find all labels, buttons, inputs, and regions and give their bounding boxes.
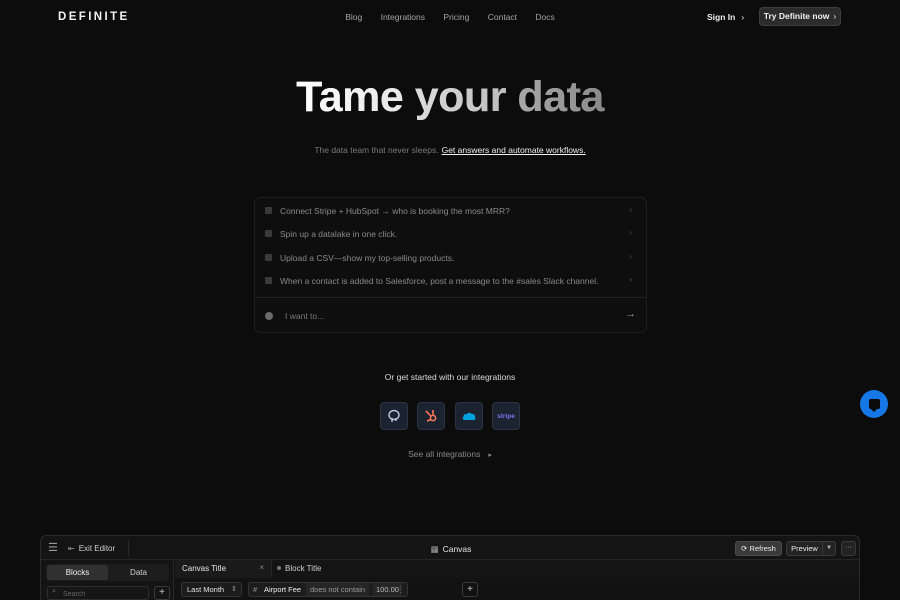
more-vertical-icon[interactable]: ⋮ bbox=[397, 583, 405, 596]
period-select[interactable]: Last Month ⇕ bbox=[181, 582, 242, 597]
chat-bubble-icon bbox=[868, 399, 880, 412]
try-definite-label: Try Definite now bbox=[763, 11, 830, 21]
suggestion-icon bbox=[265, 207, 272, 214]
suggestion-item[interactable]: Upload a CSV—show my top-selling product… bbox=[255, 247, 646, 269]
more-icon[interactable]: ··· bbox=[841, 541, 856, 556]
caret-right-icon: ▸ bbox=[488, 452, 492, 459]
chevron-right-icon: › bbox=[741, 12, 745, 22]
see-all-integrations-link[interactable]: See all integrations ▸ bbox=[0, 449, 900, 459]
try-definite-button[interactable]: Try Definite now › bbox=[759, 7, 841, 26]
chevron-right-icon: › bbox=[629, 228, 632, 237]
suggestion-text: Upload a CSV—show my top-selling product… bbox=[280, 253, 455, 263]
tab-block-title[interactable]: Block Title bbox=[277, 564, 321, 573]
hubspot-icon bbox=[425, 410, 437, 422]
tab-data[interactable]: Data bbox=[108, 565, 169, 580]
prompt-input[interactable] bbox=[285, 307, 605, 325]
hero-word-2: your bbox=[414, 73, 507, 121]
see-all-label: See all integrations bbox=[408, 449, 481, 459]
editor-sidebar: Blocks Data ⌕ + bbox=[41, 560, 174, 600]
hero-title: Tame your data bbox=[0, 73, 900, 122]
sign-in-link[interactable]: Sign In › bbox=[707, 12, 744, 22]
editor-toolbar: ☰ ⇤ Exit Editor ▦ Canvas ⟳ Refresh Preview… bbox=[41, 536, 859, 560]
prompt-input-row: → bbox=[255, 298, 646, 333]
hero-subtitle: The data team that never sleeps. Get answ… bbox=[0, 145, 900, 155]
sidebar-tabs: Blocks Data bbox=[46, 564, 169, 581]
search-box: ⌕ bbox=[47, 586, 149, 600]
suggestion-item[interactable]: Spin up a datalake in one click. › bbox=[255, 223, 646, 245]
filter-chip[interactable]: # Airport Fee does not contain 100.00 ⋮ bbox=[248, 582, 408, 597]
suggestion-text: When a contact is added to Salesforce, p… bbox=[280, 276, 599, 286]
refresh-button[interactable]: ⟳ Refresh bbox=[735, 541, 782, 556]
hero-subtitle-text: The data team that never sleeps. bbox=[314, 145, 439, 155]
hash-icon: # bbox=[253, 585, 258, 594]
search-icon: ⌕ bbox=[52, 588, 56, 595]
chevron-right-icon: › bbox=[629, 205, 632, 214]
filter-bar: Last Month ⇕ # Airport Fee does not conta… bbox=[175, 578, 859, 600]
add-block-button[interactable]: + bbox=[154, 586, 170, 600]
hero-subtitle-link[interactable]: Get answers and automate workflows. bbox=[442, 145, 586, 155]
suggestion-icon bbox=[265, 230, 272, 237]
canvas-tab-label: Canvas Title bbox=[182, 564, 227, 573]
select-arrows-icon: ⇕ bbox=[231, 586, 237, 593]
suggestion-icon bbox=[265, 277, 272, 284]
preview-button[interactable]: Preview bbox=[786, 541, 823, 556]
salesforce-icon bbox=[462, 412, 476, 420]
add-filter-button[interactable]: + bbox=[462, 582, 478, 597]
postgres-icon bbox=[388, 409, 400, 422]
integration-salesforce[interactable] bbox=[455, 402, 483, 430]
integration-postgres[interactable] bbox=[380, 402, 408, 430]
suggestion-text: Connect Stripe + HubSpot → who is bookin… bbox=[280, 206, 510, 216]
hero-word-3: data bbox=[517, 73, 604, 121]
chevron-right-icon: › bbox=[629, 252, 632, 261]
suggestion-text: Spin up a datalake in one click. bbox=[280, 229, 398, 239]
sparkle-icon bbox=[265, 312, 273, 320]
nav-link-integrations[interactable]: Integrations bbox=[381, 12, 425, 22]
search-input[interactable] bbox=[63, 589, 143, 599]
grid-icon: ▦ bbox=[430, 544, 439, 554]
sign-in-label: Sign In bbox=[707, 12, 736, 22]
chevron-right-icon: › bbox=[833, 11, 837, 21]
refresh-label: Refresh bbox=[749, 544, 776, 553]
suggestion-item[interactable]: When a contact is added to Salesforce, p… bbox=[255, 270, 646, 292]
chevron-down-icon[interactable]: ▼ bbox=[823, 541, 836, 556]
close-icon[interactable]: × bbox=[259, 563, 264, 572]
integrations-heading: Or get started with our integrations bbox=[384, 372, 516, 382]
suggestion-icon bbox=[265, 254, 272, 261]
nav-link-docs[interactable]: Docs bbox=[535, 12, 554, 22]
integration-hubspot[interactable] bbox=[417, 402, 445, 430]
filter-field: Airport Fee bbox=[264, 585, 302, 594]
nav-link-contact[interactable]: Contact bbox=[488, 12, 517, 22]
dot-icon bbox=[277, 566, 281, 570]
arrow-right-icon[interactable]: → bbox=[625, 308, 636, 320]
top-nav: DEFINITE Blog Integrations Pricing Conta… bbox=[0, 0, 900, 34]
canvas-label: Canvas bbox=[442, 544, 472, 554]
editor-preview: ☰ ⇤ Exit Editor ▦ Canvas ⟳ Refresh Preview… bbox=[40, 535, 860, 600]
nav-link-pricing[interactable]: Pricing bbox=[443, 12, 469, 22]
integration-stripe[interactable]: stripe bbox=[492, 402, 520, 430]
period-label: Last Month bbox=[187, 585, 225, 594]
chat-widget-button[interactable] bbox=[860, 390, 888, 418]
tab-blocks[interactable]: Blocks bbox=[47, 565, 108, 580]
suggestion-item[interactable]: Connect Stripe + HubSpot → who is bookin… bbox=[255, 200, 646, 222]
filter-operator[interactable]: does not contain bbox=[306, 583, 370, 596]
block-tab-label: Block Title bbox=[285, 564, 322, 573]
refresh-icon: ⟳ bbox=[741, 544, 750, 553]
prompt-box: Connect Stripe + HubSpot → who is bookin… bbox=[254, 197, 647, 333]
chevron-right-icon: › bbox=[629, 275, 632, 284]
tab-canvas-title[interactable]: Canvas Title × bbox=[175, 560, 272, 578]
hero-word-1: Tame bbox=[296, 73, 404, 121]
stripe-icon: stripe bbox=[497, 412, 515, 420]
nav-link-blog[interactable]: Blog bbox=[345, 12, 362, 22]
